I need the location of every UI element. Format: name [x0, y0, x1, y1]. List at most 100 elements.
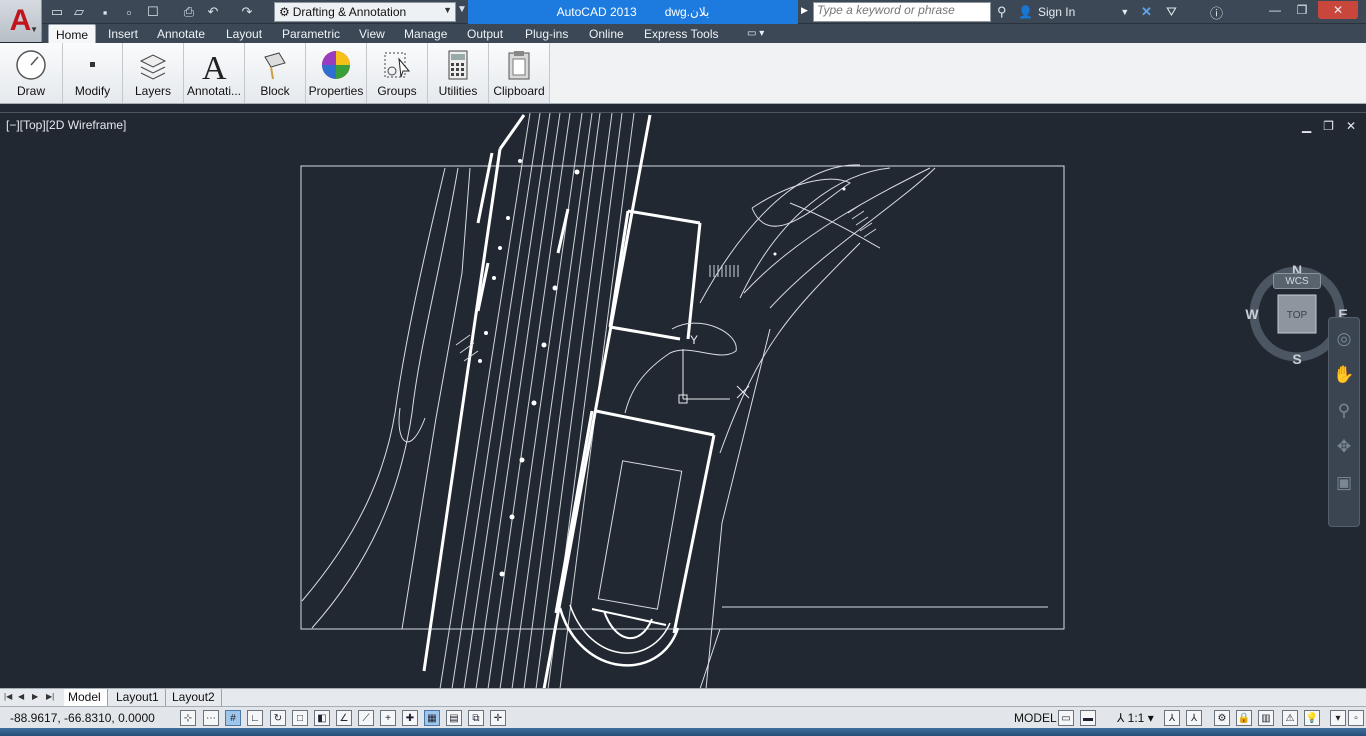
redo-icon[interactable]: ↷ [238, 3, 256, 21]
drawing-viewport[interactable]: Y [−][Top][2D Wireframe] ▁ ❐ ✕ TOP N S E… [0, 112, 1366, 689]
tab-parametric[interactable]: Parametric [275, 24, 347, 44]
panel-clipboard[interactable]: Clipboard [489, 43, 550, 103]
ducs-icon[interactable]: ⟋ [358, 710, 374, 726]
help-icon[interactable]: ⓘ [1210, 3, 1223, 21]
next-tab-icon[interactable]: ▶ [32, 692, 42, 704]
selection-cycling-icon[interactable]: ⧉ [468, 710, 484, 726]
tab-home[interactable]: Home [48, 24, 97, 44]
isolate-objects-icon[interactable]: ⚠ [1282, 710, 1298, 726]
quick-view-drawings-icon[interactable]: ▬ [1080, 710, 1096, 726]
save-icon[interactable]: ▪ [96, 3, 114, 21]
tab-layout2[interactable]: Layout2 [168, 689, 222, 706]
ortho-icon[interactable]: ∟ [247, 710, 263, 726]
binoculars-icon[interactable]: ⚲ [997, 3, 1007, 21]
search-toggle-icon[interactable]: ▶ [801, 5, 808, 16]
status-menu-icon[interactable]: ▾ [1330, 710, 1346, 726]
workspace-dropdown[interactable]: ⚙ Drafting & Annotation ▼ [274, 2, 456, 22]
close-icon[interactable]: ✕ [1346, 119, 1356, 133]
tab-layout[interactable]: Layout [219, 24, 269, 44]
panel-properties[interactable]: Properties [306, 43, 367, 103]
tab-view[interactable]: View [352, 24, 392, 44]
panel-annotation[interactable]: A Annotati... [184, 43, 245, 103]
clean-screen-icon[interactable]: ▫ [1348, 710, 1364, 726]
tab-annotate[interactable]: Annotate [150, 24, 212, 44]
tab-online[interactable]: Online [582, 24, 631, 44]
road-curve-right [719, 242, 861, 454]
ribbon: Draw Modify Layers A Annotati... Block P… [0, 43, 1366, 104]
cloud-icon[interactable]: ☐ [144, 3, 162, 21]
save-as-icon[interactable]: ▫ [120, 3, 138, 21]
infer-constraints-icon[interactable]: ⊹ [180, 710, 196, 726]
viewport-controls-label[interactable]: [−][Top][2D Wireframe] [6, 118, 126, 132]
tab-manage[interactable]: Manage [397, 24, 454, 44]
tab-model[interactable]: Model [64, 689, 108, 706]
transparency-icon[interactable]: ▦ [424, 710, 440, 726]
minimize-icon[interactable]: — [1262, 1, 1288, 19]
tab-insert[interactable]: Insert [101, 24, 145, 44]
otrack-icon[interactable]: ∠ [336, 710, 352, 726]
polar-icon[interactable]: ↻ [270, 710, 286, 726]
annotation-monitor-icon[interactable]: ✛ [490, 710, 506, 726]
quick-properties-icon[interactable]: ▤ [446, 710, 462, 726]
3d-osnap-icon[interactable]: ◧ [314, 710, 330, 726]
ramp-curve-3 [743, 167, 931, 294]
search-input[interactable]: Type a keyword or phrase [813, 2, 991, 22]
restore-icon[interactable]: ❐ [1289, 1, 1315, 19]
panel-utilities[interactable]: Utilities [428, 43, 489, 103]
cad-drawing[interactable]: Y [0, 113, 1366, 689]
autodesk360-icon[interactable]: ⛛ [1166, 3, 1177, 21]
grid-icon[interactable]: # [225, 710, 241, 726]
first-tab-icon[interactable]: |◀ [4, 692, 14, 704]
dyn-icon[interactable]: + [380, 710, 396, 726]
last-tab-icon[interactable]: ▶| [46, 692, 56, 704]
steering-wheel-icon[interactable]: ◎ [1329, 324, 1359, 354]
panel-properties-label: Properties [308, 84, 364, 98]
restore-icon[interactable]: ❐ [1323, 119, 1334, 133]
pan-icon[interactable]: ✋ [1329, 360, 1359, 390]
panel-groups[interactable]: Groups [367, 43, 428, 103]
compass-south[interactable]: S [1292, 351, 1301, 367]
wcs-menu-button[interactable]: WCS [1273, 273, 1321, 289]
annotation-visibility-icon[interactable]: ⅄ [1164, 710, 1180, 726]
lock-icon[interactable]: 🔒 [1236, 710, 1252, 726]
auto-scale-icon[interactable]: ⅄ [1186, 710, 1202, 726]
tab-plugins[interactable]: Plug-ins [518, 24, 575, 44]
customize-toolbar-icon[interactable]: ▼ [457, 4, 467, 15]
panel-modify[interactable]: Modify [63, 43, 123, 103]
minimize-icon[interactable]: ▁ [1302, 119, 1311, 133]
lightbulb-icon[interactable]: 💡 [1304, 710, 1320, 726]
lineweight-icon[interactable]: ✚ [402, 710, 418, 726]
application-menu-button[interactable]: A ▼ [0, 0, 42, 42]
color-wheel-icon [322, 51, 350, 79]
new-icon[interactable]: ▭ [48, 3, 66, 21]
application-menu-icon: A [9, 4, 32, 37]
quick-view-layouts-icon[interactable]: ▭ [1058, 710, 1074, 726]
os-taskbar [0, 728, 1366, 736]
tab-output[interactable]: Output [460, 24, 510, 44]
zoom-icon[interactable]: ⚲ [1329, 396, 1359, 426]
exchange-icon[interactable]: ✕ [1141, 3, 1152, 21]
prev-tab-icon[interactable]: ◀ [18, 692, 28, 704]
orbit-icon[interactable]: ✥ [1329, 432, 1359, 462]
annotation-scale[interactable]: ⅄ 1:1 ▾ [1117, 711, 1154, 725]
panel-draw[interactable]: Draw [0, 43, 63, 103]
tab-layout1[interactable]: Layout1 [112, 689, 166, 706]
close-icon[interactable]: ✕ [1318, 1, 1358, 19]
undo-icon[interactable]: ↶ [204, 3, 222, 21]
hardware-acceleration-icon[interactable]: ▥ [1258, 710, 1274, 726]
osnap-icon[interactable]: □ [292, 710, 308, 726]
snap-icon[interactable]: ⋯ [203, 710, 219, 726]
showmotion-icon[interactable]: ▣ [1329, 468, 1359, 498]
tab-express-tools[interactable]: Express Tools [637, 24, 725, 44]
workspace-switching-icon[interactable]: ⚙ [1214, 710, 1230, 726]
model-space-toggle[interactable]: MODEL [1014, 711, 1057, 725]
open-icon[interactable]: ▱ [70, 3, 88, 21]
plot-icon[interactable]: ⎙ [180, 3, 198, 21]
ribbon-minimize-icon[interactable]: ▭ ▾ [740, 24, 771, 44]
panel-layers[interactable]: Layers [123, 43, 184, 103]
panel-block[interactable]: Block [245, 43, 306, 103]
file-name: بلان.dwg [664, 5, 710, 19]
compass-west[interactable]: W [1245, 306, 1259, 322]
coordinate-readout[interactable]: -88.9617, -66.8310, 0.0000 [10, 711, 155, 725]
sign-in-button[interactable]: 👤 Sign In ▼ [1018, 3, 1129, 21]
